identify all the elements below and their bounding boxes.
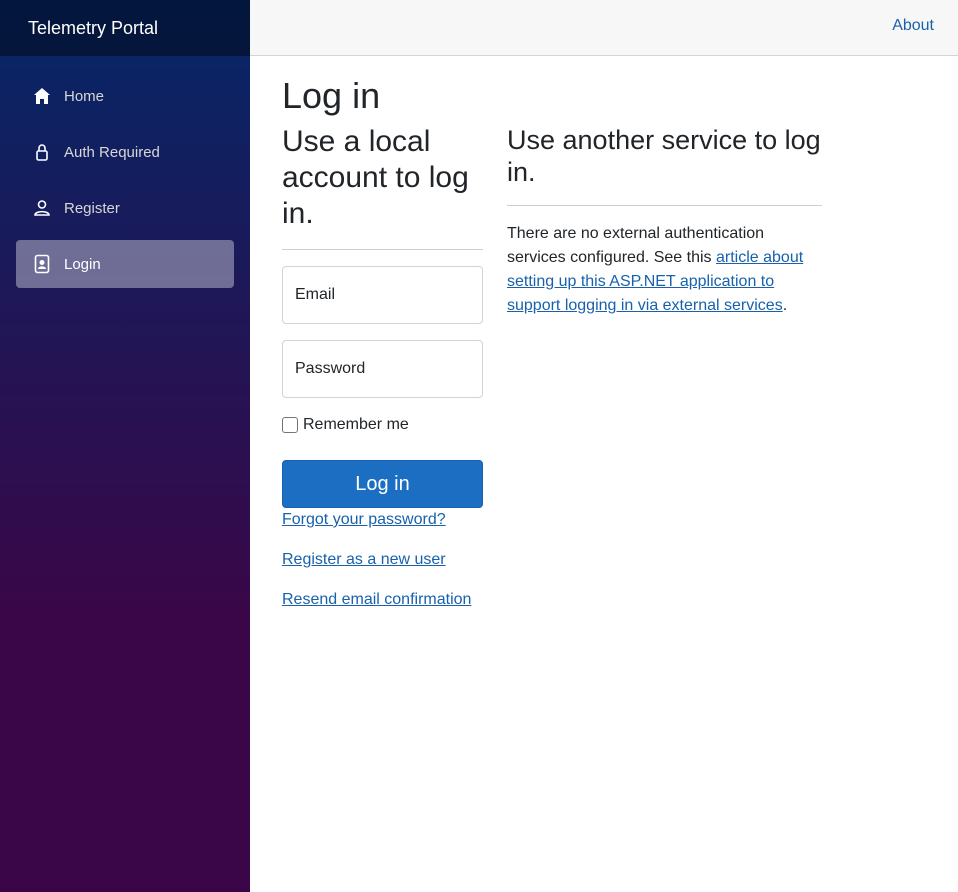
nav-item-auth-required[interactable]: Auth Required bbox=[16, 128, 234, 176]
forgot-password-link[interactable]: Forgot your password? bbox=[282, 510, 483, 530]
remember-me-checkbox[interactable] bbox=[282, 417, 298, 433]
home-icon bbox=[32, 86, 52, 106]
nav-item-home[interactable]: Home bbox=[16, 72, 234, 120]
person-badge-icon bbox=[32, 254, 52, 274]
external-login-message: There are no external authentication ser… bbox=[507, 222, 822, 318]
divider bbox=[282, 249, 483, 250]
external-login-section: Use another service to log in. There are… bbox=[507, 124, 822, 318]
nav-item-label: Home bbox=[64, 87, 105, 105]
nav-item-register[interactable]: Register bbox=[16, 184, 234, 232]
top-bar: About bbox=[250, 0, 958, 56]
nav-item-label: Auth Required bbox=[64, 143, 160, 161]
register-new-user-link[interactable]: Register as a new user bbox=[282, 550, 483, 570]
nav-item-login[interactable]: Login bbox=[16, 240, 234, 288]
external-message-end: . bbox=[782, 297, 788, 314]
password-field[interactable] bbox=[282, 340, 483, 398]
local-login-heading: Use a local account to log in. bbox=[282, 125, 469, 230]
page-title: Log in bbox=[282, 75, 381, 116]
external-login-heading: Use another service to log in. bbox=[507, 125, 821, 187]
person-icon bbox=[32, 198, 52, 218]
lock-icon bbox=[32, 142, 52, 162]
nav-item-label: Login bbox=[64, 255, 101, 273]
about-link[interactable]: About bbox=[892, 17, 934, 35]
sidebar: Telemetry Portal Home Auth Required Regi… bbox=[0, 0, 250, 892]
account-links: Forgot your password? Register as a new … bbox=[282, 510, 483, 610]
nav-menu: Home Auth Required Register Login bbox=[0, 56, 250, 288]
login-button[interactable]: Log in bbox=[282, 460, 483, 508]
divider bbox=[507, 205, 822, 206]
resend-confirmation-link[interactable]: Resend email confirmation bbox=[282, 590, 483, 610]
email-field[interactable] bbox=[282, 266, 483, 324]
brand-title[interactable]: Telemetry Portal bbox=[0, 0, 250, 56]
nav-item-label: Register bbox=[64, 199, 120, 217]
remember-me[interactable]: Remember me bbox=[282, 416, 483, 434]
local-login-section: Use a local account to log in. Remember … bbox=[282, 124, 483, 610]
remember-me-label: Remember me bbox=[303, 416, 409, 433]
